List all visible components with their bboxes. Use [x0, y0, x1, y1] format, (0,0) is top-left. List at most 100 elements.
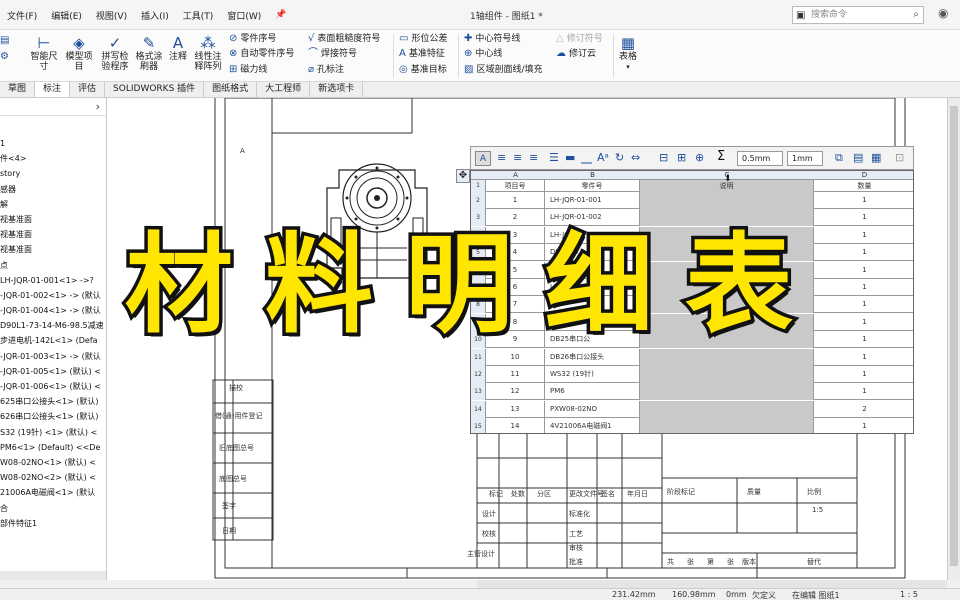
tree-item[interactable]: 视基准面	[0, 212, 106, 227]
auto-balloon-button[interactable]: ⊗ 自动零件序号	[229, 47, 294, 61]
tree-item[interactable]: 625串口公接头<1> (默认)	[0, 394, 106, 409]
tree-item[interactable]: -JQR-01-002<1> -> (默认	[0, 288, 106, 303]
revision-symbol-button[interactable]: △ 修订符号	[556, 32, 603, 46]
tree-item[interactable]: PM6<1> (Default) <<De	[0, 440, 106, 455]
description-cell[interactable]	[640, 383, 814, 401]
menu-tools[interactable]: 工具(T)	[176, 9, 221, 22]
scroll-thumb[interactable]	[950, 106, 958, 566]
part-number-cell[interactable]: 4V21006A电磁阀1	[545, 418, 640, 433]
item-number-cell[interactable]: 14	[486, 418, 545, 433]
description-cell[interactable]	[640, 366, 814, 383]
tree-item[interactable]: S32 (19针) <1> (默认) <	[0, 425, 106, 440]
magnetic-line-button[interactable]: ⊞ 磁力线	[229, 63, 267, 77]
bom-row[interactable]: 12 11 WS32 (19针) 1	[471, 366, 913, 383]
align-right-icon[interactable]: ≡	[529, 151, 538, 165]
text-style-icon[interactable]: A	[475, 151, 491, 166]
header-part-no[interactable]: 零件号	[545, 180, 640, 192]
table-properties-icon[interactable]: ▤	[853, 151, 863, 165]
header-quantity[interactable]: 数量	[814, 180, 913, 192]
row-number[interactable]: 15	[471, 418, 486, 433]
menu-window[interactable]: 窗口(W)	[220, 9, 268, 22]
tree-item[interactable]: 视基准面	[0, 242, 106, 257]
tree-item[interactable]: -JQR-01-003<1> -> (默认	[0, 349, 106, 364]
quantity-cell[interactable]: 1	[814, 349, 913, 366]
model-items-button[interactable]: ◈ 模型项目	[62, 34, 96, 72]
tree-item[interactable]: 21006A电磁阀<1> (默认	[0, 485, 106, 500]
description-cell[interactable]	[640, 400, 814, 418]
menu-view[interactable]: 视图(V)	[89, 9, 134, 22]
table-move-handle-icon[interactable]: ✥	[456, 169, 470, 183]
pin-icon[interactable]: 📌	[268, 10, 293, 20]
copy-table-icon[interactable]: ⧉	[835, 151, 843, 165]
horizontal-scrollbar[interactable]	[477, 580, 947, 588]
bom-row[interactable]: 11 10 DB26串口公接头 1	[471, 348, 913, 366]
hole-callout-button[interactable]: ⌀ 孔标注	[308, 63, 344, 77]
align-center-icon[interactable]: ≡	[513, 151, 522, 165]
tab-new[interactable]: 新选项卡	[310, 82, 364, 97]
smart-dimension-button[interactable]: ⊢ 智能尺寸	[28, 34, 60, 72]
tree-item[interactable]: 合	[0, 501, 106, 516]
row-number[interactable]: 12	[471, 366, 486, 383]
part-number-cell[interactable]: WS32 (19针)	[545, 366, 640, 383]
sum-icon[interactable]: Σ	[717, 150, 725, 164]
tree-item[interactable]: W08-02NO<2> (默认) <	[0, 470, 106, 485]
description-cell[interactable]	[640, 192, 814, 209]
geometric-tolerance-button[interactable]: ▭ 形位公差	[399, 32, 447, 46]
quantity-cell[interactable]: 1	[814, 418, 913, 433]
hatch-fill-button[interactable]: ▨ 区域剖面线/填充	[464, 63, 543, 77]
row-number[interactable]: 13	[471, 383, 486, 401]
row-number[interactable]: 11	[471, 348, 486, 366]
quantity-cell[interactable]: 1	[814, 383, 913, 400]
bom-row[interactable]: 13 12 PM6 1	[471, 383, 913, 401]
menu-insert[interactable]: 插入(I)	[134, 9, 176, 22]
vertical-scrollbar[interactable]	[947, 98, 960, 580]
revision-cloud-button[interactable]: ☁ 修订云	[556, 47, 596, 61]
quantity-cell[interactable]: 2	[814, 401, 913, 418]
tree-item[interactable]: 部件特征1	[0, 516, 106, 531]
tree-item[interactable]: 感器	[0, 182, 106, 197]
col-letter-a[interactable]: A	[486, 171, 545, 180]
tree-item[interactable]: LH-JQR-01-001<1> ->?	[0, 273, 106, 288]
tree-item[interactable]: 视基准面	[0, 227, 106, 242]
tree-item[interactable]: 点	[0, 258, 106, 273]
center-mark-button[interactable]: ✚ 中心符号线	[464, 32, 520, 46]
tree-item[interactable]: W08-02NO<1> (默认) <	[0, 455, 106, 470]
part-number-cell[interactable]: LH-JQR-01-001	[545, 192, 640, 209]
insert-row-icon[interactable]: ⊕	[695, 151, 704, 165]
tab-sheet-format[interactable]: 图纸格式	[204, 82, 258, 97]
spell-check-button[interactable]: ✓ 拼写检验程序	[98, 34, 132, 72]
search-commands-input[interactable]: ▣ 搜索命令 ⌕	[792, 6, 924, 24]
align-left-icon[interactable]: ≡	[497, 151, 506, 165]
tab-annotation[interactable]: 标注	[35, 82, 71, 97]
row-number[interactable]: 2	[471, 192, 486, 209]
tree-item[interactable]: 1	[0, 136, 106, 151]
tree-item[interactable]: story	[0, 166, 106, 181]
note-button[interactable]: A 注释	[166, 34, 190, 62]
quantity-cell[interactable]: 1	[814, 366, 913, 383]
tree-item[interactable]: D90L1-73-14-M6-98.5减速	[0, 318, 106, 333]
header-item-no[interactable]: 项目号	[486, 180, 545, 192]
status-scale[interactable]: 1 : 5	[900, 590, 918, 599]
centerline-button[interactable]: ⊕ 中心线	[464, 47, 502, 61]
description-cell[interactable]	[640, 418, 814, 433]
tab-solidworks-addins[interactable]: SOLIDWORKS 插件	[105, 82, 205, 97]
user-icon[interactable]: ◉	[938, 6, 948, 20]
lock-table-icon[interactable]: ⊡	[895, 151, 904, 165]
surface-finish-button[interactable]: √ 表面粗糙度符号	[308, 32, 380, 46]
col-letter-b[interactable]: B	[545, 171, 640, 180]
bom-row[interactable]: 2 1 LH-JQR-01-001 1	[471, 192, 913, 209]
part-number-cell[interactable]: PM6	[545, 383, 640, 401]
bom-row[interactable]: 15 14 4V21006A电磁阀1 1	[471, 418, 913, 433]
format-painter-button[interactable]: ✎ 格式涂刷器	[133, 34, 165, 72]
sheet-icon[interactable]: ▤	[0, 34, 12, 48]
row-number[interactable]: 1	[471, 180, 486, 192]
part-number-cell[interactable]: PXW08-02NO	[545, 400, 640, 418]
item-number-cell[interactable]: 13	[486, 400, 545, 418]
line-weight-input[interactable]: 0.5mm	[737, 151, 783, 166]
tab-engineer[interactable]: 大工程师	[257, 82, 311, 97]
valign-middle-icon[interactable]: ▬	[565, 151, 575, 165]
tree-item[interactable]: -JQR-01-006<1> (默认) <	[0, 379, 106, 394]
grid-icon[interactable]: ▦	[871, 151, 881, 165]
tree-item[interactable]: -JQR-01-004<1> -> (默认	[0, 303, 106, 318]
balloon-button[interactable]: ⊘ 零件序号	[229, 32, 276, 46]
